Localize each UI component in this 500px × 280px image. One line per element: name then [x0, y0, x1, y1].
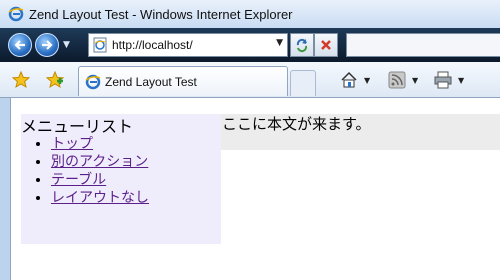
- menu-link-table[interactable]: テーブル: [51, 172, 106, 188]
- forward-button[interactable]: [35, 33, 59, 57]
- refresh-icon: [296, 38, 308, 53]
- ie-page-icon: [85, 74, 101, 89]
- search-box[interactable]: [346, 33, 500, 57]
- list-item: 別のアクション: [51, 153, 149, 171]
- menu-link-top[interactable]: トップ: [51, 136, 93, 152]
- sidebar-title: メニューリスト: [21, 117, 134, 136]
- stop-button[interactable]: [314, 33, 338, 57]
- home-icon: [341, 71, 357, 88]
- list-item: トップ: [51, 135, 149, 153]
- ie-logo-icon: [8, 6, 24, 22]
- address-dropdown-icon[interactable]: ▼: [276, 38, 283, 48]
- feeds-button[interactable]: ▼: [388, 71, 418, 89]
- address-input[interactable]: [112, 38, 272, 52]
- back-icon: [14, 40, 25, 50]
- menu-link-other-action[interactable]: 別のアクション: [51, 154, 148, 170]
- page-content: ここに本文が来ます。 メニューリスト トップ 別のアクション テーブル レイアウ…: [10, 98, 500, 280]
- print-dropdown-icon[interactable]: ▼: [458, 76, 464, 85]
- menu-list: トップ 別のアクション テーブル レイアウトなし: [39, 135, 149, 207]
- window-titlebar[interactable]: Zend Layout Test - Windows Internet Expl…: [0, 0, 500, 28]
- new-tab-button[interactable]: [290, 70, 316, 96]
- home-dropdown-icon[interactable]: ▼: [364, 76, 370, 85]
- recent-pages-dropdown[interactable]: ▼: [63, 40, 70, 50]
- tab-zend-layout-test[interactable]: Zend Layout Test: [78, 66, 288, 96]
- print-button[interactable]: ▼: [434, 71, 464, 89]
- feeds-icon: [388, 71, 406, 89]
- window-title: Zend Layout Test - Windows Internet Expl…: [29, 6, 293, 22]
- print-icon: [434, 71, 452, 89]
- page-icon: [93, 37, 107, 53]
- main-content-text: ここに本文が来ます。: [222, 115, 371, 133]
- back-button[interactable]: [8, 33, 32, 57]
- list-item: レイアウトなし: [51, 189, 149, 207]
- stop-icon: [321, 40, 331, 50]
- home-button[interactable]: ▼: [340, 71, 370, 89]
- refresh-button[interactable]: [290, 33, 314, 57]
- list-item: テーブル: [51, 171, 149, 189]
- tab-label: Zend Layout Test: [105, 74, 197, 89]
- favorites-star-icon[interactable]: [12, 71, 30, 89]
- add-favorites-icon[interactable]: [46, 71, 64, 89]
- tab-bar: Zend Layout Test ▼ ▼ ▼: [0, 62, 500, 98]
- menu-link-no-layout[interactable]: レイアウトなし: [51, 190, 149, 206]
- feeds-dropdown-icon[interactable]: ▼: [412, 76, 418, 85]
- address-bar[interactable]: ▼: [88, 33, 288, 57]
- forward-icon: [42, 40, 53, 50]
